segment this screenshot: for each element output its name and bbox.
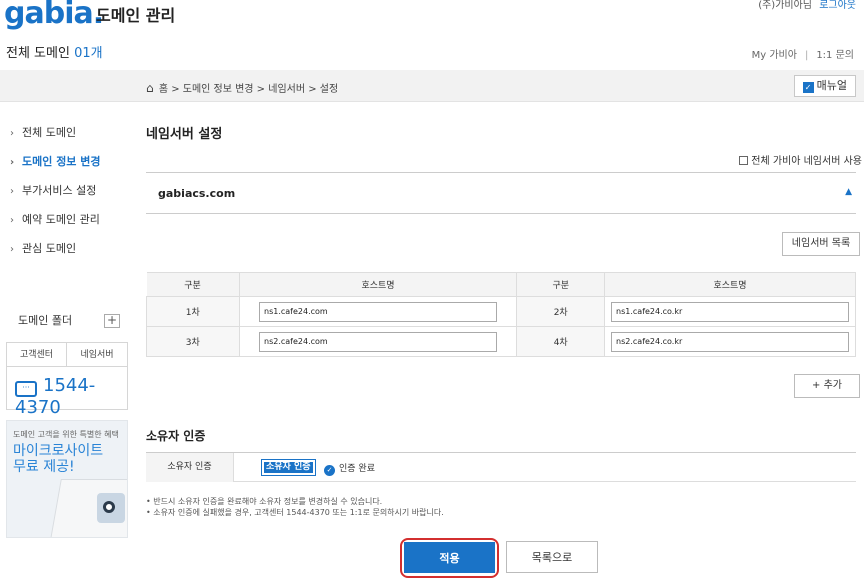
phone-number: ··· 1544-4370 xyxy=(7,367,127,418)
checkbox-icon xyxy=(739,156,749,165)
owner-verify-button[interactable]: 소유자 인증 xyxy=(261,459,316,476)
host-cell: ns1.cafe24.co.kr xyxy=(604,296,856,327)
verification-status: ✓ 인증 완료 xyxy=(324,461,375,476)
sidebar-item-watch-domains[interactable]: › 관심 도메인 xyxy=(0,234,140,263)
notice-list: • 반드시 소유자 인증을 완료해야 소유자 정보를 변경하실 수 있습니다. … xyxy=(146,496,444,518)
column-header: 호스트명 xyxy=(239,272,518,297)
collapse-triangle-icon[interactable]: ▲ xyxy=(845,187,852,197)
sidebar-item-label: 예약 도메인 관리 xyxy=(22,213,100,226)
page-title: 네임서버 설정 xyxy=(146,127,223,142)
chevron-right-icon: › xyxy=(10,128,14,139)
notice-item: • 소유자 인증에 실패했을 경우, 고객센터 1544-4370 또는 1:1… xyxy=(146,508,444,517)
home-icon[interactable]: ⌂ xyxy=(146,81,154,95)
notice-item: • 반드시 소유자 인증을 완료해야 소유자 정보를 변경하실 수 있습니다. xyxy=(146,497,383,506)
host-cell: ns2.cafe24.com xyxy=(238,326,518,357)
help-box: 고객센터 네임서버 ··· 1544-4370 xyxy=(6,342,128,418)
sidebar-item-all-domains[interactable]: › 전체 도메인 xyxy=(0,118,140,147)
app-title: 도메인 관리 xyxy=(96,6,176,25)
breadcrumb: ⌂ 홈 > 도메인 정보 변경 > 네임서버 > 설정 xyxy=(146,80,338,95)
hostname-input[interactable]: ns2.cafe24.co.kr xyxy=(611,331,850,352)
sidebar: › 전체 도메인 › 도메인 정보 변경 › 부가서비스 설정 › 예약 도메인 관리 … xyxy=(0,118,140,263)
sidebar-item-label: 관심 도메인 xyxy=(22,242,77,255)
help-tabs: 고객센터 네임서버 xyxy=(7,343,127,367)
promo-title: 마이크로사이트 무료 제공! xyxy=(7,440,127,475)
column-header: 호스트명 xyxy=(604,272,856,297)
sub-header: 전체 도메인 01개 My 가비아 | 1:1 문의 xyxy=(0,38,864,66)
user-area: (주)가비아님 로그아웃 xyxy=(758,0,856,11)
top-header: gabia. 도메인 관리 (주)가비아님 로그아웃 xyxy=(0,0,864,34)
ns-order-label: 2차 xyxy=(516,296,606,327)
sidebar-item-label: 부가서비스 설정 xyxy=(22,184,97,197)
owner-section-title: 소유자 인증 xyxy=(146,429,206,443)
my-gabia-link[interactable]: My 가비아 xyxy=(752,50,797,61)
promo-line-1: 마이크로사이트 xyxy=(13,443,104,459)
table-row: 3차 ns2.cafe24.com 4차 ns2.cafe24.co.kr xyxy=(146,326,856,357)
nameserver-table: 구분 호스트명 구분 호스트명 1차 ns1.cafe24.com 2차 ns1… xyxy=(146,272,856,357)
sidebar-item-label: 도메인 정보 변경 xyxy=(22,155,101,168)
status-text: 인증 완료 xyxy=(339,464,375,474)
owner-verification-row: 소유자 인증 소유자 인증 ✓ 인증 완료 xyxy=(146,452,856,482)
domain-row[interactable]: gabiacs.com ▲ xyxy=(146,172,856,214)
domain-name: gabiacs.com xyxy=(158,187,236,200)
promo-line-2: 무료 제공! xyxy=(13,459,75,475)
tab-customer-center[interactable]: 고객센터 xyxy=(7,343,67,367)
chevron-right-icon: › xyxy=(10,244,14,255)
back-to-list-button[interactable]: 목록으로 xyxy=(506,541,598,573)
host-cell: ns1.cafe24.com xyxy=(238,296,518,327)
chevron-right-icon: › xyxy=(10,157,15,168)
domain-total: 전체 도메인 01개 xyxy=(6,42,103,61)
ns-order-label: 4차 xyxy=(516,326,606,357)
logout-link[interactable]: 로그아웃 xyxy=(819,0,856,11)
tab-nameserver[interactable]: 네임서버 xyxy=(67,343,127,367)
apply-button[interactable]: 적용 xyxy=(404,542,495,573)
add-nameserver-button[interactable]: + 추가 xyxy=(794,374,860,398)
folder-label: 도메인 폴더 xyxy=(18,314,73,327)
promo-banner[interactable]: 도메인 고객을 위한 특별한 혜택 마이크로사이트 무료 제공! xyxy=(6,420,128,538)
table-row: 1차 ns1.cafe24.com 2차 ns1.cafe24.co.kr xyxy=(146,296,856,327)
add-folder-button[interactable]: + xyxy=(104,314,120,328)
chat-bubble-icon: ··· xyxy=(15,381,37,397)
table-header-row: 구분 호스트명 구분 호스트명 xyxy=(146,272,856,297)
checkbox-label: 전체 가비아 네임서버 사용 xyxy=(751,156,862,167)
owner-label: 소유자 인증 xyxy=(146,453,234,482)
action-buttons: 적용 목록으로 xyxy=(146,536,856,578)
check-icon: ✓ xyxy=(802,82,814,93)
column-header: 구분 xyxy=(516,272,606,297)
sidebar-item-addon-services[interactable]: › 부가서비스 설정 xyxy=(0,176,140,205)
divider: | xyxy=(804,50,809,61)
check-circle-icon: ✓ xyxy=(324,465,335,476)
total-count: 01개 xyxy=(74,46,103,61)
inquiry-link[interactable]: 1:1 문의 xyxy=(816,50,854,61)
total-label: 전체 도메인 xyxy=(6,46,70,61)
user-name: (주)가비아님 xyxy=(758,0,812,11)
breadcrumb-path: 홈 > 도메인 정보 변경 > 네임서버 > 설정 xyxy=(158,84,339,95)
manual-button[interactable]: ✓ 매뉴얼 xyxy=(793,75,856,97)
hostname-input[interactable]: ns1.cafe24.com xyxy=(259,301,497,322)
manual-label: 매뉴얼 xyxy=(816,79,847,92)
promo-subtitle: 도메인 고객을 위한 특별한 혜택 xyxy=(13,430,119,439)
sidebar-item-reserved-domains[interactable]: › 예약 도메인 관리 xyxy=(0,205,140,234)
domain-folder: 도메인 폴더 + xyxy=(6,306,128,336)
chevron-right-icon: › xyxy=(10,186,14,197)
hostname-input[interactable]: ns2.cafe24.com xyxy=(259,331,497,352)
breadcrumb-bar: ⌂ 홈 > 도메인 정보 변경 > 네임서버 > 설정 ✓ 매뉴얼 xyxy=(0,70,864,102)
promo-lens-icon xyxy=(103,501,115,513)
sidebar-item-label: 전체 도메인 xyxy=(22,126,77,139)
gabia-logo[interactable]: gabia. xyxy=(4,0,104,31)
util-links: My 가비아 | 1:1 문의 xyxy=(752,46,854,61)
host-cell: ns2.cafe24.co.kr xyxy=(604,326,856,357)
all-gabia-ns-checkbox[interactable]: 전체 가비아 네임서버 사용 xyxy=(739,152,862,167)
ns-order-label: 3차 xyxy=(146,326,240,357)
column-header: 구분 xyxy=(146,272,240,297)
chevron-right-icon: › xyxy=(10,215,14,226)
nameserver-list-button[interactable]: 네임서버 목록 xyxy=(782,232,860,256)
sidebar-item-domain-info[interactable]: › 도메인 정보 변경 xyxy=(0,147,140,176)
ns-order-label: 1차 xyxy=(146,296,240,327)
hostname-input[interactable]: ns1.cafe24.co.kr xyxy=(611,301,850,322)
